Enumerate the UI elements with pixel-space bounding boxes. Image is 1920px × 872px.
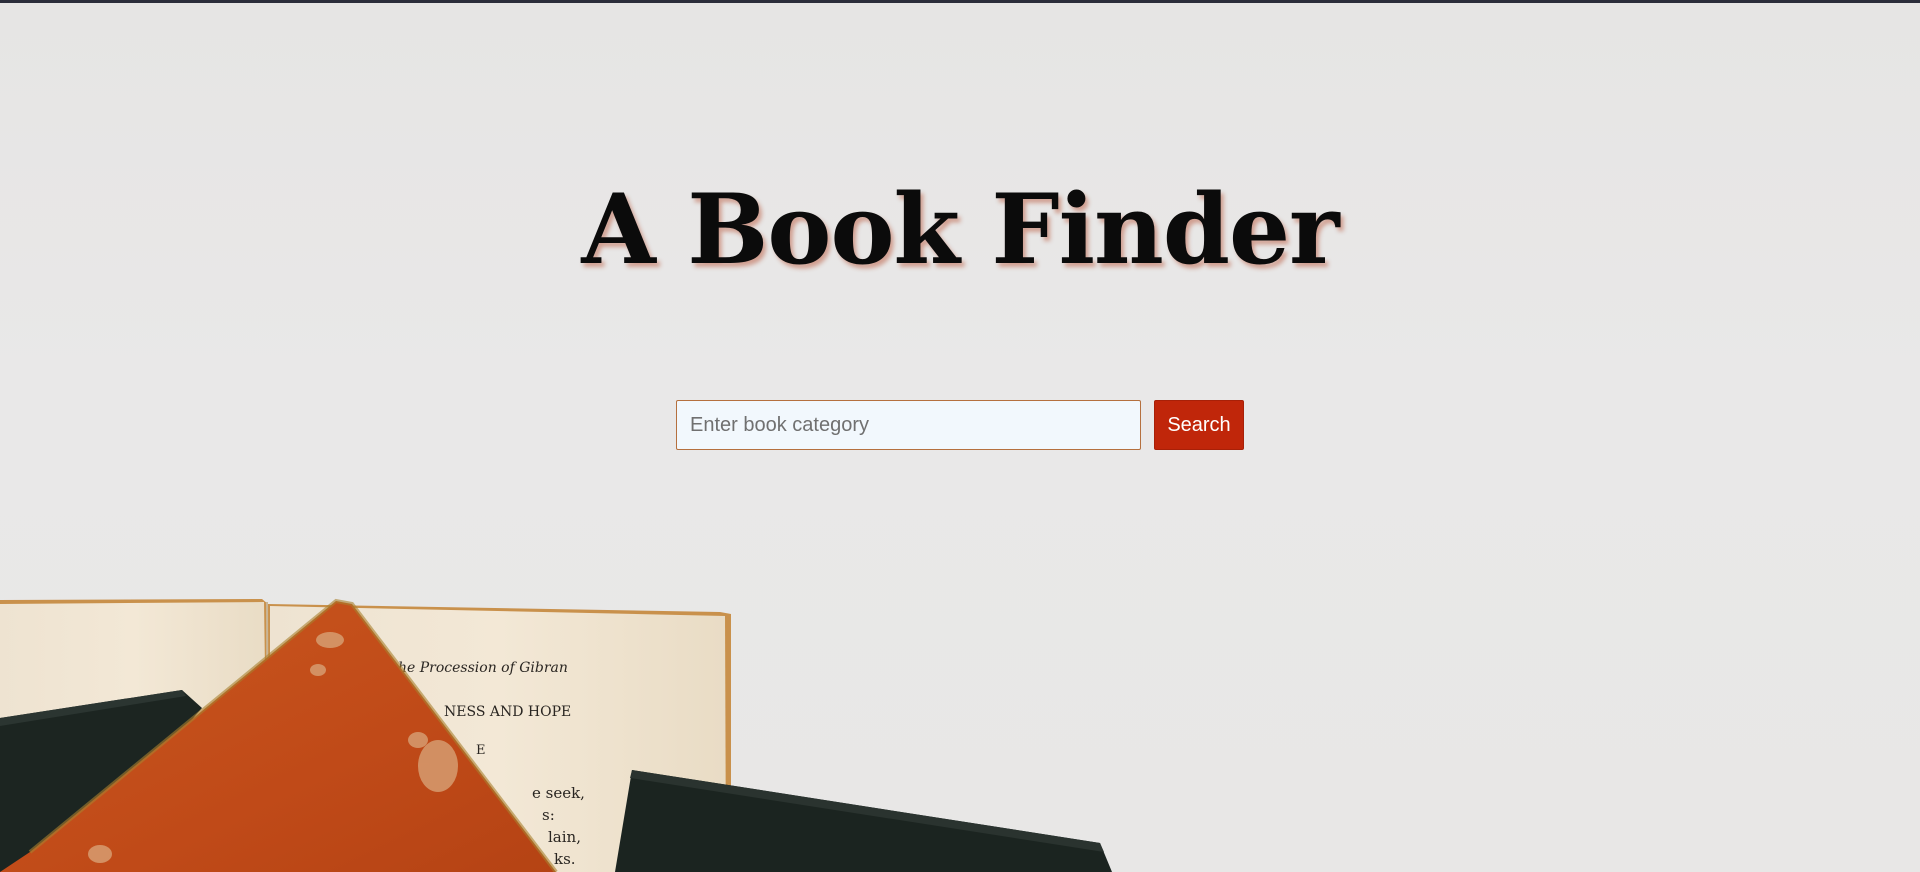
book-category-search-input[interactable]	[676, 400, 1141, 450]
page-line-5: s:	[542, 806, 555, 824]
page-line-7: ks.	[554, 850, 576, 868]
search-button[interactable]: Search	[1154, 400, 1244, 450]
hero-section: he Procession of Gibran NESS AND HOPE E …	[0, 0, 1920, 872]
background-books-photo: he Procession of Gibran NESS AND HOPE E …	[0, 598, 1112, 872]
page-line-6: lain,	[548, 828, 581, 846]
page-line-2: NESS AND HOPE	[444, 704, 571, 720]
page-title: A Book Finder	[581, 173, 1339, 286]
search-form: Search	[676, 400, 1244, 450]
page-line-4: e seek,	[532, 784, 585, 802]
page-line-1: he Procession of Gibran	[398, 660, 568, 676]
page-line-3: E	[476, 743, 486, 758]
